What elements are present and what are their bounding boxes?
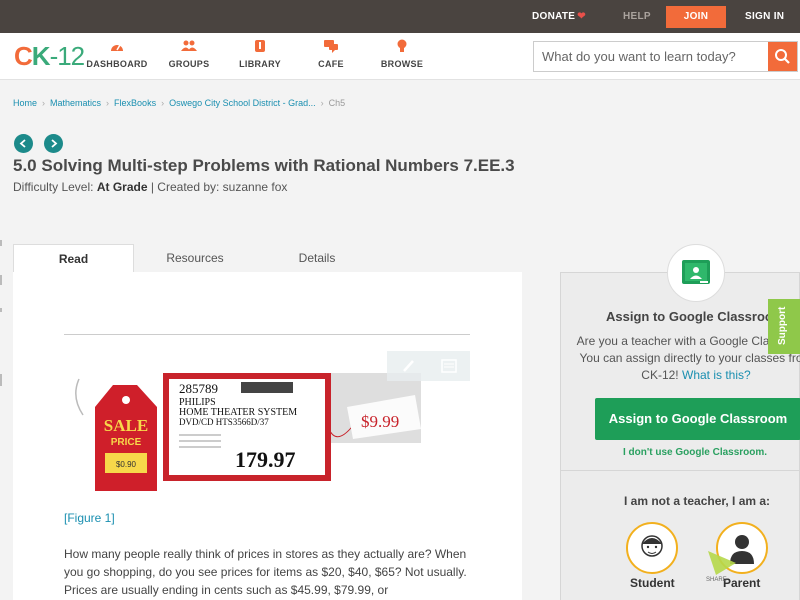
breadcrumb-flexbooks[interactable]: FlexBooks [114, 98, 156, 108]
page-title: 5.0 Solving Multi-step Problems with Rat… [13, 156, 515, 175]
chat-bubbles-icon [324, 40, 338, 53]
figure-caption[interactable]: [Figure 1] [64, 511, 115, 525]
tag-price: 179.97 [235, 447, 296, 472]
pencil-icon[interactable] [401, 358, 417, 374]
search-icon [775, 49, 790, 64]
assign-google-classroom-button[interactable]: Assign to Google Classroom [595, 398, 800, 440]
help-link[interactable]: HELP [623, 11, 651, 22]
search-box [533, 41, 798, 72]
chevron-right-icon: › [161, 98, 165, 108]
nav-dashboard[interactable]: DASHBOARD [82, 39, 152, 69]
tag-line-2: DVD/CD HTS3566D/37 [179, 417, 269, 427]
speedometer-icon [111, 44, 123, 51]
content-tabs: Read Resources Details [13, 244, 522, 273]
chevron-right-icon: › [42, 98, 46, 108]
student-avatar[interactable] [626, 522, 678, 574]
dont-use-google-classroom-link[interactable]: I don't use Google Classroom. [623, 447, 767, 458]
tag-number: 285789 [179, 381, 218, 396]
annotation-toolbar [387, 351, 470, 381]
join-button[interactable]: JOIN [666, 6, 726, 28]
google-classroom-icon [682, 260, 710, 284]
tab-read[interactable]: Read [13, 244, 134, 273]
breadcrumb-current: Ch5 [328, 98, 346, 108]
side-description: Are you a teacher with a Google Classroo… [576, 334, 800, 382]
search-input[interactable] [534, 42, 768, 71]
edge-mark [0, 240, 2, 246]
student-label: Student [630, 576, 675, 590]
heart-icon: ❤ [577, 11, 586, 22]
edge-mark [0, 374, 2, 386]
read-panel: SALE PRICE $0.90 285789 PHILIPS HOME THE… [13, 272, 522, 600]
price-tags-illustration: SALE PRICE $0.90 285789 PHILIPS HOME THE… [75, 373, 421, 491]
tab-details[interactable]: Details [256, 244, 378, 273]
content-divider [64, 334, 470, 335]
google-classroom-logo [667, 244, 725, 302]
previous-button[interactable] [14, 134, 33, 153]
share-plane-icon [708, 551, 736, 575]
chevron-right-icon: › [320, 98, 324, 108]
share-widget[interactable]: SHARE [706, 549, 738, 583]
library-book-icon [255, 40, 265, 52]
share-label: SHARE [706, 577, 727, 583]
created-by: | Created by: suzanne fox [150, 180, 288, 194]
chevron-left-icon [19, 139, 26, 148]
breadcrumb: Home › Mathematics › FlexBooks › Oswego City S… [13, 98, 345, 108]
next-button[interactable] [44, 134, 63, 153]
breadcrumb-mathematics[interactable]: Mathematics [50, 98, 101, 108]
breadcrumb-home[interactable]: Home [13, 98, 37, 108]
price-tags-image: SALE PRICE $0.90 285789 PHILIPS HOME THE… [71, 367, 421, 497]
lightbulb-icon [397, 39, 407, 52]
sign-in-link[interactable]: SIGN IN [745, 11, 784, 22]
page-meta: Difficulty Level: At Grade | Created by:… [13, 180, 288, 194]
nav-cafe[interactable]: CAFE [296, 39, 366, 69]
nav-browse[interactable]: BROWSE [367, 39, 437, 69]
support-tab[interactable]: Support [768, 299, 800, 354]
people-icon [181, 40, 197, 51]
chevron-right-icon: › [106, 98, 110, 108]
lesson-paragraph: How many people really think of prices i… [64, 547, 467, 597]
side-divider [561, 470, 800, 471]
notes-icon[interactable] [441, 359, 457, 373]
not-teacher-label: I am not a teacher, I am a: [624, 494, 771, 508]
tab-resources[interactable]: Resources [134, 244, 256, 273]
difficulty-value: At Grade [96, 180, 148, 194]
ck12-logo[interactable]: CK-12 [14, 41, 85, 72]
chevron-right-icon [51, 139, 58, 148]
nav-library[interactable]: LIBRARY [225, 39, 295, 69]
donate-link[interactable]: DONATE ❤ [532, 11, 586, 22]
google-classroom-panel: Assign to Google Classroom Are you a tea… [560, 272, 800, 600]
breadcrumb-school-district[interactable]: Oswego City School District - Grad... [169, 98, 316, 108]
white-tag-price: $9.99 [361, 412, 399, 431]
top-bar: DONATE ❤ HELP JOIN SIGN IN [0, 0, 800, 33]
main-header: CK-12 DASHBOARD GROUPS LIBRARY CAFE BROW… [0, 33, 800, 80]
student-face-icon [641, 535, 663, 557]
edge-mark [0, 308, 2, 312]
price-word: PRICE [111, 437, 142, 448]
side-title: Assign to Google Classroom [606, 309, 785, 324]
sale-price: $0.90 [116, 460, 137, 469]
what-is-this-link[interactable]: What is this? [682, 368, 751, 382]
sale-word: SALE [104, 416, 148, 435]
search-button[interactable] [768, 42, 797, 71]
nav-groups[interactable]: GROUPS [154, 39, 224, 69]
edge-mark [0, 275, 2, 285]
